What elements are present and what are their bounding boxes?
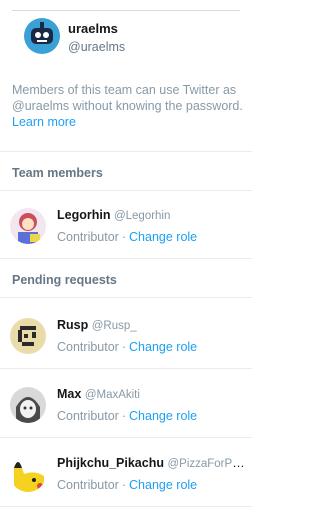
avatar bbox=[10, 318, 46, 354]
member-role: Contributor bbox=[57, 340, 119, 354]
change-role-link[interactable]: Change role bbox=[129, 478, 197, 492]
team-info-text: Members of this team can use Twitter as … bbox=[12, 83, 243, 113]
member-name: Phijkchu_Pikachu bbox=[57, 456, 164, 470]
divider bbox=[0, 506, 252, 507]
user-avatar-icon bbox=[10, 387, 46, 423]
divider bbox=[0, 258, 252, 259]
divider bbox=[0, 297, 252, 298]
member-row-pikachu: Phijkchu_Pikachu @PizzaForPikachu Contri… bbox=[0, 452, 252, 500]
member-role: Contributor bbox=[57, 409, 119, 423]
team-members-title: Team members bbox=[12, 166, 103, 180]
avatar bbox=[10, 387, 46, 423]
member-handle: @Rusp_ bbox=[91, 320, 137, 332]
learn-more-link[interactable]: Learn more bbox=[12, 115, 76, 129]
member-role: Contributor bbox=[57, 230, 119, 244]
member-row-legorhin: Legorhin @Legorhin Contributor · Change ro… bbox=[0, 204, 252, 252]
top-divider bbox=[12, 10, 240, 11]
user-avatar-icon bbox=[10, 208, 46, 244]
team-handle: @uraelms bbox=[68, 40, 126, 54]
team-header: uraelms @uraelms bbox=[0, 18, 252, 62]
member-handle: @Legorhin bbox=[113, 210, 171, 222]
member-handle: @MaxAkiti bbox=[84, 389, 140, 401]
divider bbox=[0, 368, 252, 369]
member-row-rusp: Rusp @Rusp_ Contributor · Change role bbox=[0, 314, 252, 362]
avatar bbox=[10, 208, 46, 244]
user-avatar-icon bbox=[10, 318, 46, 354]
team-name: uraelms bbox=[68, 21, 118, 36]
change-role-link[interactable]: Change role bbox=[129, 409, 197, 423]
separator: · bbox=[121, 478, 127, 492]
change-role-link[interactable]: Change role bbox=[129, 230, 197, 244]
divider bbox=[0, 190, 252, 191]
member-row-max: Max @MaxAkiti Contributor · Change role bbox=[0, 383, 252, 431]
pending-requests-title: Pending requests bbox=[12, 273, 117, 287]
member-name: Rusp bbox=[57, 318, 89, 332]
member-handle: @PizzaForPikachu bbox=[167, 458, 247, 470]
member-name: Legorhin bbox=[57, 208, 111, 222]
separator: · bbox=[121, 230, 127, 244]
divider bbox=[0, 151, 252, 152]
member-name: Max bbox=[57, 387, 82, 401]
separator: · bbox=[121, 340, 127, 354]
team-avatar bbox=[24, 18, 60, 54]
robot-avatar-icon bbox=[24, 18, 60, 54]
member-role: Contributor bbox=[57, 478, 119, 492]
avatar bbox=[10, 456, 46, 492]
change-role-link[interactable]: Change role bbox=[129, 340, 197, 354]
team-info: Members of this team can use Twitter as … bbox=[12, 82, 248, 130]
separator: · bbox=[121, 409, 127, 423]
divider bbox=[0, 437, 252, 438]
user-avatar-icon bbox=[10, 456, 46, 492]
